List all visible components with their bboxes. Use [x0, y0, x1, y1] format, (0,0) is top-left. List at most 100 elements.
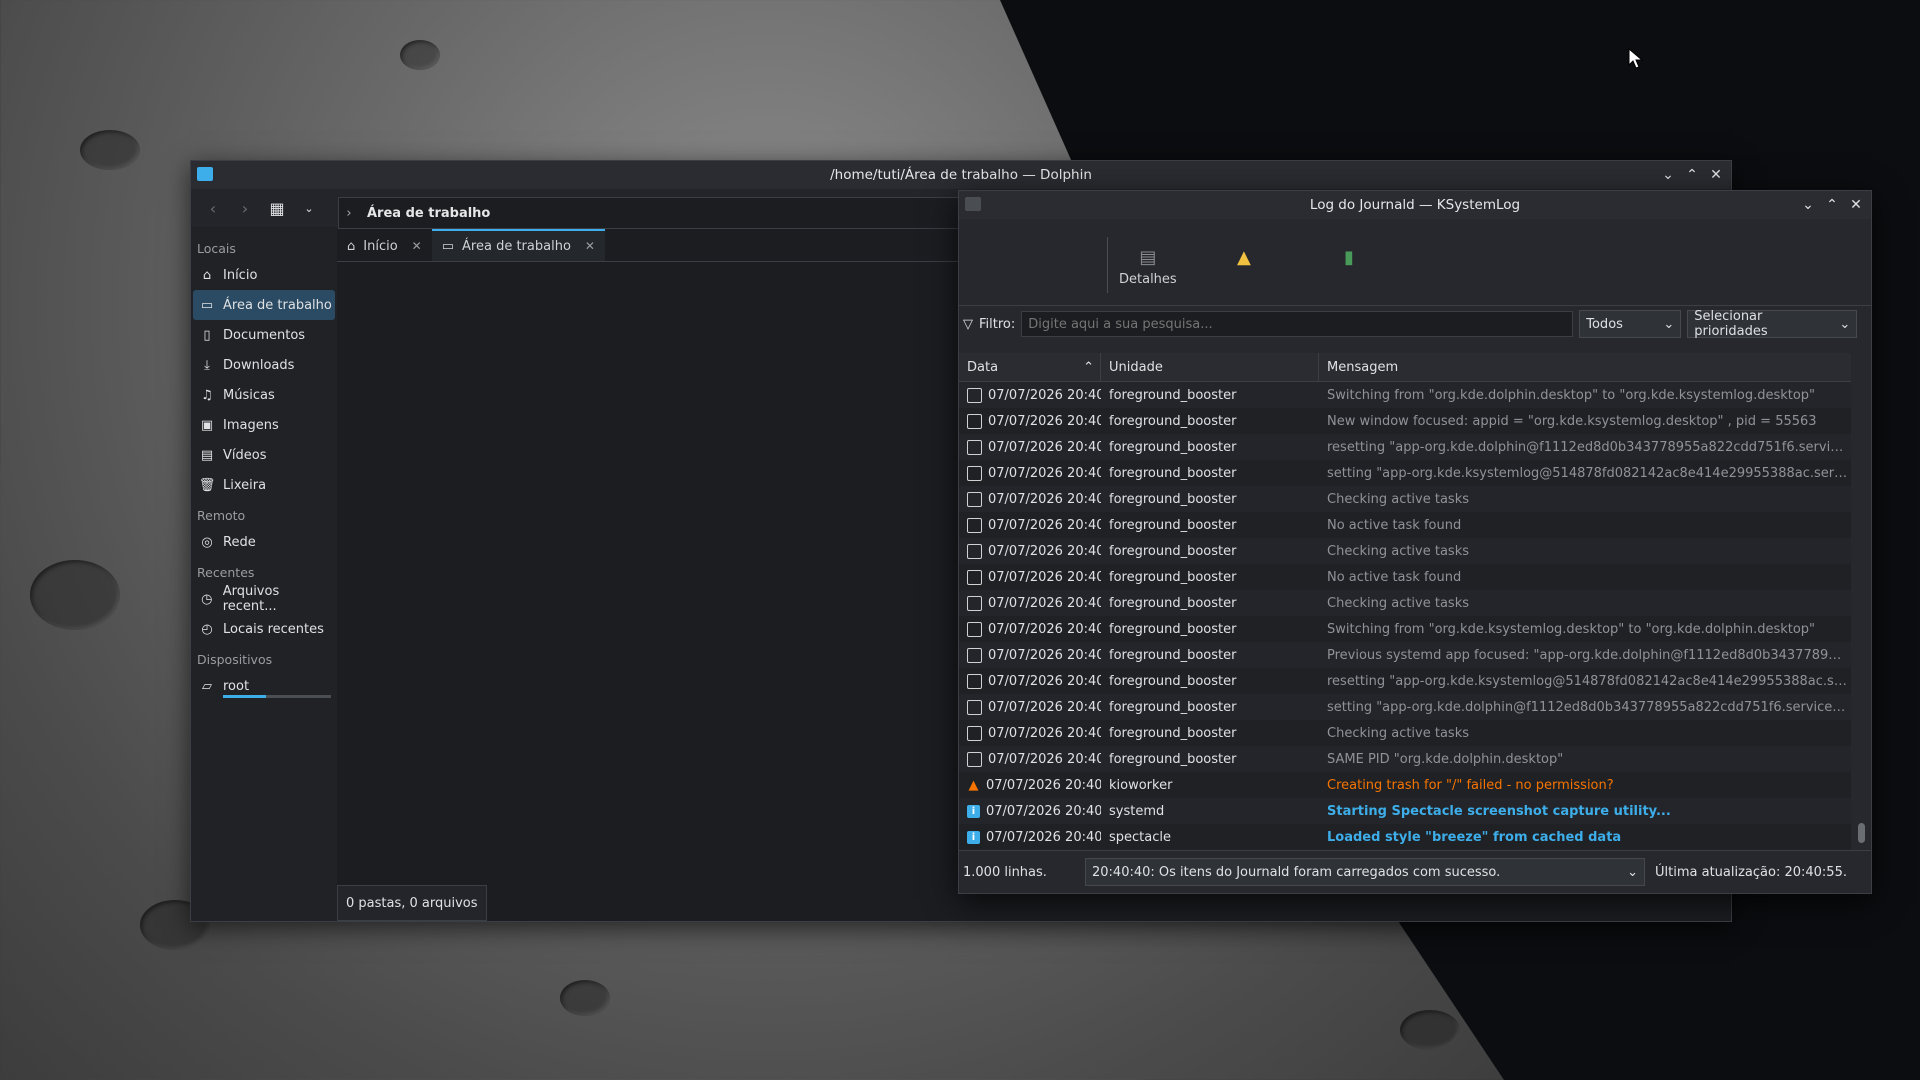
sidebar-item-label: Início: [223, 267, 258, 283]
message-cell: SAME PID "org.kde.dolphin.desktop": [1327, 751, 1564, 767]
date-cell: 07/07/2026 20:40: [959, 673, 1101, 689]
minimize-icon[interactable]: ⌄: [1661, 167, 1675, 183]
sidebar-item-label: Downloads: [223, 357, 295, 373]
date-cell: 07/07/2026 20:40: [959, 439, 1101, 455]
sidebar-item-locais-recentes[interactable]: ◴ Locais recentes: [193, 614, 335, 644]
sidebar-section-header: Locais: [197, 241, 236, 256]
crater: [80, 130, 140, 170]
table-row[interactable]: 07/07/2026 20:40 foreground_booster Checki…: [959, 590, 1851, 616]
sidebar-item-documentos[interactable]: ▯ Documentos: [193, 320, 335, 350]
table-row[interactable]: 07/07/2026 20:40 foreground_booster Checki…: [959, 720, 1851, 746]
table-row[interactable]: 07/07/2026 20:40 foreground_booster settin…: [959, 460, 1851, 486]
back-icon[interactable]: ‹: [201, 196, 225, 220]
unit-cell: foreground_booster: [1109, 439, 1237, 455]
dolphin-titlebar[interactable]: /home/tuti/Área de trabalho — Dolphin ⌄ …: [191, 161, 1731, 189]
sidebar-item-videos[interactable]: ▤ Vídeos: [193, 440, 335, 470]
notice-icon: [967, 647, 982, 663]
notice-icon: [967, 725, 982, 741]
table-row[interactable]: 07/07/2026 20:40 foreground_booster No act…: [959, 564, 1851, 590]
document-icon: ▯: [203, 327, 211, 343]
table-row[interactable]: 07/07/2026 20:40 foreground_booster Previo…: [959, 642, 1851, 668]
unit-cell: kioworker: [1109, 777, 1173, 793]
chevron-down-icon: ⌄: [1839, 316, 1851, 332]
date-cell: 07/07/2026 20:40: [959, 751, 1101, 767]
scrollbar-thumb[interactable]: [1858, 823, 1865, 843]
column-header-date[interactable]: Data ⌃: [959, 353, 1101, 381]
notice-icon: [967, 387, 982, 403]
info-icon: i: [967, 804, 980, 818]
date-text: 07/07/2026 20:40: [988, 725, 1101, 741]
view-mode-icon[interactable]: ▦: [265, 196, 289, 220]
unit-cell: foreground_booster: [1109, 647, 1237, 663]
table-row[interactable]: 07/07/2026 20:40 foreground_booster New wi…: [959, 408, 1851, 434]
table-row[interactable]: 07/07/2026 20:40 foreground_booster Checki…: [959, 486, 1851, 512]
close-icon[interactable]: ✕: [1709, 167, 1723, 183]
sidebar-item-musicas[interactable]: ♫ Músicas: [193, 380, 335, 410]
close-tab-icon[interactable]: ✕: [412, 239, 422, 253]
date-cell: 07/07/2026 20:40: [959, 699, 1101, 715]
table-row[interactable]: 07/07/2026 20:40 foreground_booster resett…: [959, 668, 1851, 694]
breadcrumb[interactable]: Área de trabalho: [367, 206, 490, 221]
sidebar-item-imagens[interactable]: ▣ Imagens: [193, 410, 335, 440]
table-row[interactable]: 07/07/2026 20:40 foreground_booster No act…: [959, 512, 1851, 538]
column-filter-combo[interactable]: Todos ⌄: [1579, 310, 1682, 338]
message-cell: No active task found: [1327, 569, 1462, 585]
maximize-icon[interactable]: ⌃: [1825, 197, 1839, 213]
table-row[interactable]: 07/07/2026 20:40 foreground_booster settin…: [959, 694, 1851, 720]
date-cell: i 07/07/2026 20:40: [959, 830, 1101, 845]
sidebar-item-label: Locais recentes: [223, 621, 324, 637]
details-button[interactable]: ▤ Detalhes: [1119, 247, 1177, 287]
table-row[interactable]: ▲ 07/07/2026 20:40 kioworker Creating trash…: [959, 772, 1851, 798]
chevron-down-icon: ⌄: [1627, 864, 1638, 880]
unit-cell: foreground_booster: [1109, 517, 1237, 533]
vertical-scrollbar[interactable]: [1853, 353, 1869, 851]
details-icon: ▤: [1139, 247, 1157, 268]
disk-usage-fill: [223, 695, 267, 698]
log-rows: 07/07/2026 20:40 foreground_booster Switch…: [959, 382, 1851, 850]
date-text: 07/07/2026 20:40: [986, 829, 1101, 845]
message-cell: New window focused: appid = "org.kde.ksy…: [1327, 413, 1817, 429]
terminal-log-button[interactable]: ▮: [1344, 247, 1354, 268]
table-row[interactable]: i 07/07/2026 20:40 spectacle Loaded style "…: [959, 824, 1851, 850]
sidebar-item-lixeira[interactable]: 🗑 Lixeira: [193, 470, 335, 500]
sidebar-item-rede[interactable]: ◎ Rede: [193, 527, 335, 557]
column-header-unit[interactable]: Unidade: [1101, 353, 1319, 381]
sidebar-item-root[interactable]: ▱ root: [193, 671, 335, 701]
sidebar-item-inicio[interactable]: ⌂ Início: [193, 260, 335, 290]
table-row[interactable]: i 07/07/2026 20:40 systemd Starting Spectac…: [959, 798, 1851, 824]
table-row[interactable]: 07/07/2026 20:40 foreground_booster resett…: [959, 434, 1851, 460]
table-row[interactable]: 07/07/2026 20:40 foreground_booster Checki…: [959, 538, 1851, 564]
table-row[interactable]: 07/07/2026 20:40 foreground_booster Switch…: [959, 382, 1851, 408]
view-mode-dropdown-icon[interactable]: ⌄: [297, 196, 321, 220]
notice-icon: [967, 465, 982, 481]
close-icon[interactable]: ✕: [1849, 197, 1863, 213]
sidebar-item-label: Vídeos: [223, 447, 267, 463]
date-cell: 07/07/2026 20:40: [959, 543, 1101, 559]
forward-icon[interactable]: ›: [233, 196, 257, 220]
crater: [400, 40, 440, 70]
column-header-label: Unidade: [1109, 359, 1163, 375]
search-input[interactable]: [1021, 311, 1574, 337]
tab-inicio[interactable]: ⌂ Início ✕: [337, 231, 432, 261]
priority-filter-combo[interactable]: Selecionar prioridades ⌄: [1687, 309, 1858, 339]
minimize-icon[interactable]: ⌄: [1801, 197, 1815, 213]
status-history-combo[interactable]: 20:40:40: Os itens do Journald foram car…: [1085, 858, 1645, 886]
sidebar-item-downloads[interactable]: ⤓ Downloads: [193, 350, 335, 380]
table-row[interactable]: 07/07/2026 20:40 foreground_booster SAME P…: [959, 746, 1851, 772]
sidebar-item-area-de-trabalho[interactable]: ▭ Área de trabalho: [193, 290, 335, 320]
chevron-right-icon[interactable]: ›: [339, 206, 359, 221]
date-text: 07/07/2026 20:40: [988, 673, 1101, 689]
maximize-icon[interactable]: ⌃: [1685, 167, 1699, 183]
linux-log-button[interactable]: ▲: [1237, 247, 1251, 268]
ksystemlog-status-bar: 1.000 linhas. 20:40:40: Os itens do Jour…: [959, 850, 1871, 893]
tab-label: Início: [363, 238, 398, 254]
date-cell: 07/07/2026 20:40: [959, 569, 1101, 585]
column-header-message[interactable]: Mensagem: [1319, 353, 1849, 381]
tab-area-de-trabalho[interactable]: ▭ Área de trabalho ✕: [431, 229, 605, 261]
table-row[interactable]: 07/07/2026 20:40 foreground_booster Switch…: [959, 616, 1851, 642]
log-table[interactable]: Data ⌃ Unidade Mensagem 07/07/2026 20:40…: [959, 353, 1851, 851]
close-tab-icon[interactable]: ✕: [585, 239, 595, 253]
terminal-icon: ▮: [1344, 247, 1354, 268]
ksystemlog-titlebar[interactable]: Log do Journald — KSystemLog ⌄ ⌃ ✕: [959, 191, 1871, 219]
sidebar-item-arquivos-recentes[interactable]: ◷ Arquivos recent...: [193, 584, 335, 614]
